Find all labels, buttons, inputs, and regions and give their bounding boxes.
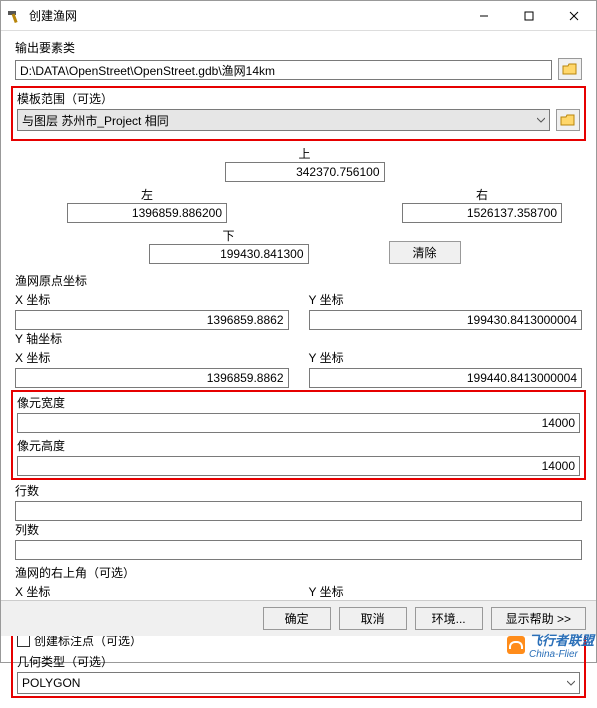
clear-extent-button[interactable]: 清除 — [389, 241, 461, 264]
cols-label: 列数 — [15, 521, 582, 538]
environments-button[interactable]: 环境... — [415, 607, 483, 630]
extent-bottom-input[interactable] — [149, 244, 309, 264]
cell-width-label: 像元宽度 — [17, 394, 580, 411]
site-watermark: 飞行者联盟 China-Flier — [507, 630, 594, 660]
watermark-sub-text: China-Flier — [529, 649, 594, 660]
geometry-type-label: 几何类型（可选） — [17, 653, 580, 670]
maximize-button[interactable] — [506, 1, 551, 30]
template-extent-label: 模板范围（可选） — [17, 90, 580, 107]
app-icon-hammer — [7, 8, 23, 24]
template-extent-highlight: 模板范围（可选） 与图层 苏州市_Project 相同 — [11, 86, 586, 141]
output-path-input[interactable] — [15, 60, 552, 80]
geometry-type-dropdown[interactable]: POLYGON — [17, 672, 580, 694]
minimize-button[interactable] — [461, 1, 506, 30]
close-button[interactable] — [551, 1, 596, 30]
output-label: 输出要素类 — [15, 39, 582, 56]
cell-height-input[interactable] — [17, 456, 580, 476]
cell-width-input[interactable] — [17, 413, 580, 433]
watermark-icon — [507, 636, 525, 654]
cell-size-highlight: 像元宽度 像元高度 — [11, 390, 586, 480]
yaxis-y-label: Y 坐标 — [309, 349, 583, 366]
chevron-down-icon — [537, 116, 545, 124]
corner-y-label: Y 坐标 — [309, 583, 583, 600]
chevron-down-icon — [567, 679, 575, 687]
cell-height-label: 像元高度 — [17, 437, 580, 454]
origin-y-label: Y 坐标 — [309, 291, 583, 308]
yaxis-x-label: X 坐标 — [15, 349, 289, 366]
extent-left-input[interactable] — [67, 203, 227, 223]
origin-y-input[interactable] — [309, 310, 583, 330]
extent-right-label: 右 — [402, 186, 562, 203]
extent-top-input[interactable] — [225, 162, 385, 182]
ok-button[interactable]: 确定 — [263, 607, 331, 630]
origin-section-label: 渔网原点坐标 — [15, 272, 582, 289]
extent-right-input[interactable] — [402, 203, 562, 223]
geometry-type-value: POLYGON — [22, 676, 80, 690]
titlebar: 创建渔网 — [1, 1, 596, 31]
yaxis-y-input[interactable] — [309, 368, 583, 388]
rows-input[interactable] — [15, 501, 582, 521]
origin-x-label: X 坐标 — [15, 291, 289, 308]
extent-top-label: 上 — [298, 145, 310, 162]
template-extent-value: 与图层 苏州市_Project 相同 — [22, 112, 169, 129]
folder-open-icon — [562, 62, 578, 76]
yaxis-section-label: Y 轴坐标 — [15, 330, 582, 347]
corner-section-label: 渔网的右上角（可选） — [15, 564, 582, 581]
browse-template-button[interactable] — [556, 109, 580, 131]
watermark-main-text: 飞行者联盟 — [529, 630, 594, 649]
corner-x-label: X 坐标 — [15, 583, 289, 600]
extent-left-label: 左 — [67, 186, 227, 203]
cancel-button[interactable]: 取消 — [339, 607, 407, 630]
rows-label: 行数 — [15, 482, 582, 499]
folder-open-icon — [560, 113, 576, 127]
cols-input[interactable] — [15, 540, 582, 560]
browse-output-button[interactable] — [558, 58, 582, 80]
show-help-button[interactable]: 显示帮助 >> — [491, 607, 586, 630]
origin-x-input[interactable] — [15, 310, 289, 330]
window-title: 创建渔网 — [29, 7, 461, 24]
yaxis-x-input[interactable] — [15, 368, 289, 388]
template-extent-dropdown[interactable]: 与图层 苏州市_Project 相同 — [17, 109, 550, 131]
extent-bottom-label: 下 — [222, 227, 234, 244]
